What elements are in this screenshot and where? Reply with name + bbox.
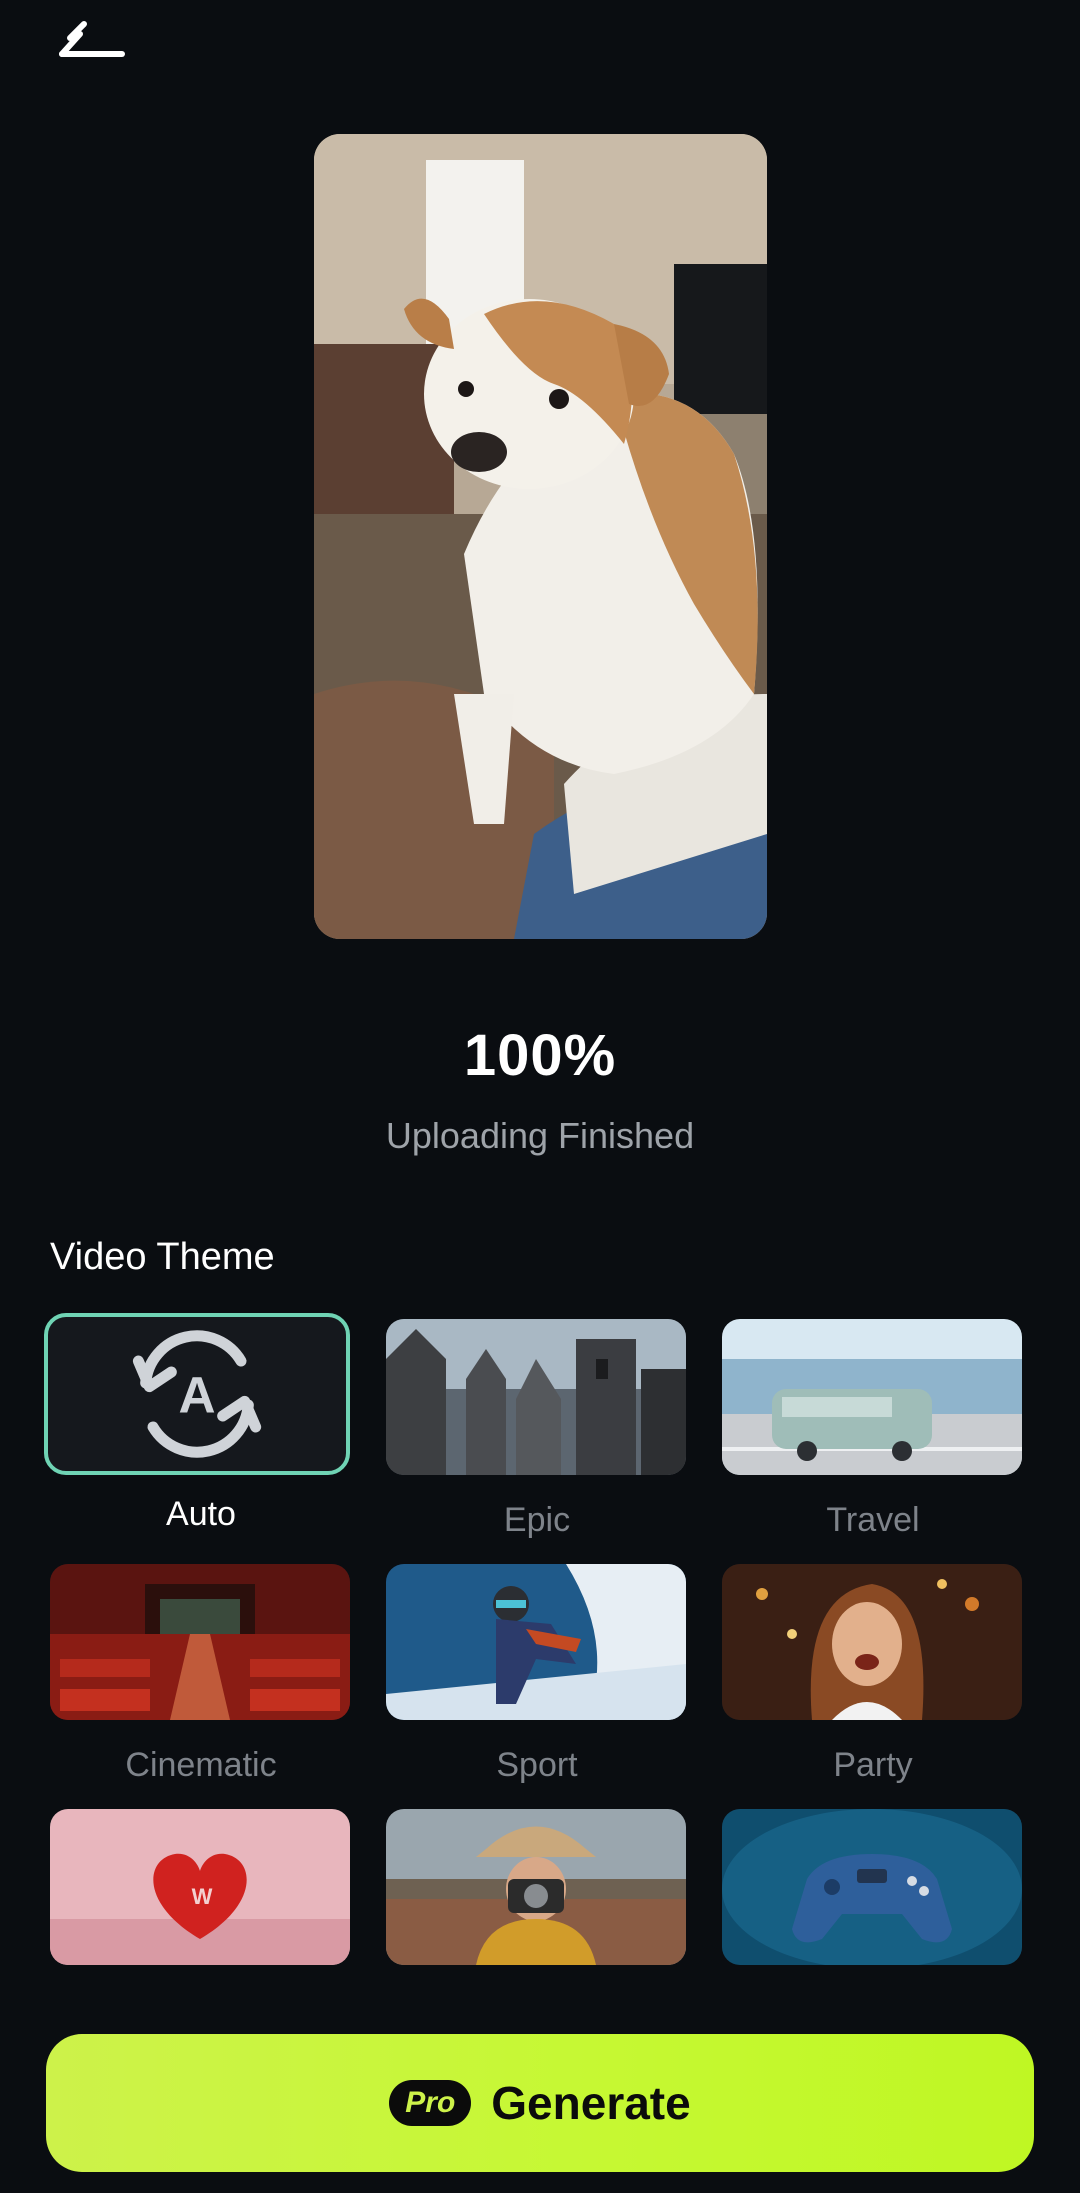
theme-thumbnail [386, 1319, 686, 1475]
theme-label: Epic [503, 1501, 571, 1539]
theme-thumbnail: A [44, 1313, 350, 1475]
theme-label: Cinematic [125, 1746, 277, 1784]
back-arrow-icon [59, 21, 125, 57]
theme-auto[interactable]: A Auto [44, 1313, 352, 1534]
generate-button[interactable]: Pro Generate [46, 2034, 1034, 2172]
theme-thumbnail [722, 1564, 1022, 1720]
theme-label: Auto [166, 1495, 236, 1533]
pro-badge: Pro [389, 2080, 472, 2126]
theme-thumbnail: W [50, 1809, 350, 1965]
theme-thumbnail [722, 1319, 1022, 1475]
upload-progress-percent: 100% [463, 1023, 617, 1088]
svg-text:W: W [192, 1884, 213, 1909]
theme-thumbnail [386, 1809, 686, 1965]
theme-cinematic[interactable]: Cinematic [50, 1564, 352, 1785]
svg-text:A: A [178, 1366, 215, 1423]
video-theme-title: Video Theme [50, 1236, 275, 1278]
uploaded-media-preview [314, 134, 767, 939]
theme-thumbnail [50, 1564, 350, 1720]
theme-thumbnail [386, 1564, 686, 1720]
theme-party[interactable]: Party [722, 1564, 1024, 1785]
theme-label: Travel [826, 1501, 920, 1539]
theme-photography[interactable] [386, 1809, 688, 1991]
theme-thumbnail [722, 1809, 1022, 1965]
theme-travel[interactable]: Travel [722, 1319, 1024, 1540]
upload-status-text: Uploading Finished [385, 1115, 695, 1156]
theme-label: Sport [496, 1746, 578, 1784]
theme-sport[interactable]: Sport [386, 1564, 688, 1785]
theme-epic[interactable]: Epic [386, 1319, 688, 1540]
theme-label: Party [833, 1746, 913, 1784]
theme-gaming[interactable] [722, 1809, 1024, 1991]
theme-love[interactable]: W [50, 1809, 352, 1991]
auto-refresh-icon: A [132, 1330, 262, 1458]
back-button[interactable] [50, 10, 140, 70]
generate-label: Generate [491, 2077, 691, 2129]
